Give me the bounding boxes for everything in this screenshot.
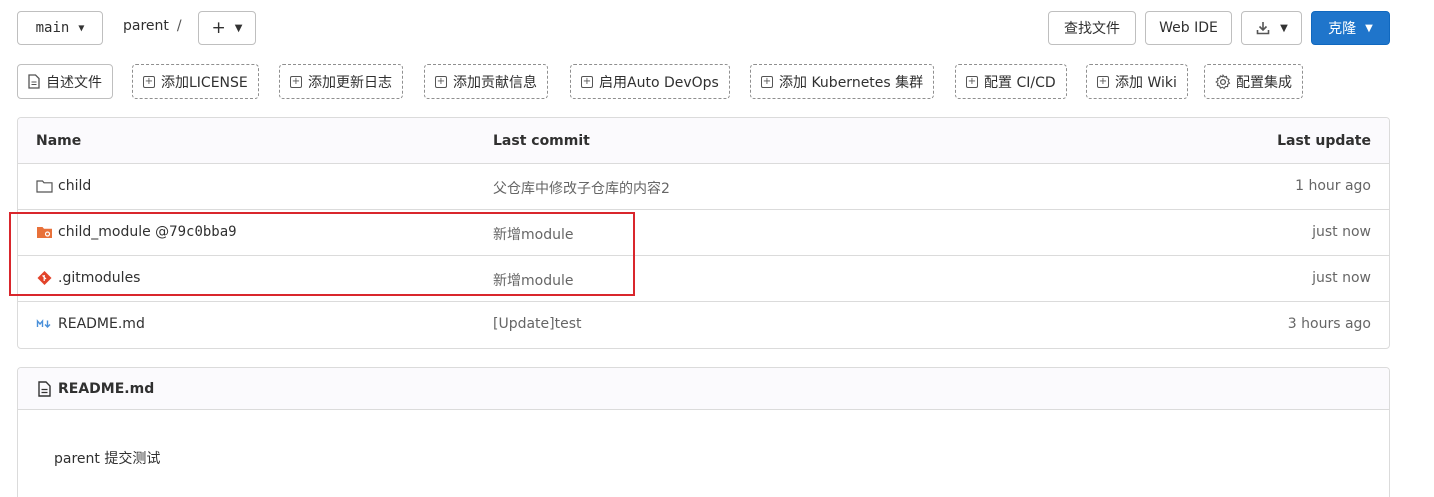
clone-label: 克隆 (1328, 21, 1357, 37)
table-row[interactable]: child 父仓库中修改子仓库的内容2 1 hour ago (18, 164, 1389, 210)
plus-square-icon: + (581, 75, 593, 88)
last-update-time: 1 hour ago (1295, 178, 1371, 194)
column-last-commit: Last commit (493, 133, 590, 149)
plus-icon: + (211, 18, 226, 38)
commit-message-link[interactable]: 父仓库中修改子仓库的内容2 (493, 178, 670, 198)
plus-square-icon: + (1097, 75, 1109, 88)
file-icon (38, 380, 51, 397)
add-wiki-button[interactable]: + 添加 Wiki (1086, 64, 1188, 99)
download-icon (1256, 22, 1270, 35)
column-name: Name (36, 133, 82, 149)
add-license-button[interactable]: + 添加LICENSE (132, 64, 259, 99)
table-row[interactable]: README.md [Update]test 3 hours ago (18, 302, 1389, 348)
column-last-update: Last update (1277, 133, 1371, 149)
download-dropdown-button[interactable]: ▼ (1241, 11, 1302, 45)
breadcrumb-project[interactable]: parent (123, 18, 169, 34)
readme-action-button[interactable]: 自述文件 (17, 64, 113, 99)
configure-cicd-button[interactable]: + 配置 CI/CD (955, 64, 1067, 99)
readme-title[interactable]: README.md (58, 381, 154, 397)
file-name-link[interactable]: README.md (58, 316, 145, 332)
table-header: Name Last commit Last update (18, 118, 1389, 164)
add-dropdown-button[interactable]: + ▼ (198, 11, 256, 45)
chevron-down-icon: ▼ (1365, 22, 1373, 34)
plus-square-icon: + (761, 75, 773, 88)
branch-selector[interactable]: main ▼ (17, 11, 103, 45)
file-icon (28, 74, 40, 89)
plus-square-icon: + (290, 75, 302, 88)
action-label: 添加LICENSE (161, 74, 248, 91)
action-label: 启用Auto DevOps (599, 74, 719, 91)
readme-card: README.md parent 提交测试 (17, 367, 1390, 497)
readme-header: README.md (18, 368, 1389, 410)
add-contributing-button[interactable]: + 添加贡献信息 (424, 64, 548, 99)
enable-auto-devops-button[interactable]: + 启用Auto DevOps (570, 64, 730, 99)
chevron-down-icon: ▼ (234, 22, 243, 34)
action-label: 添加 Kubernetes 集群 (779, 74, 924, 91)
gear-icon (1215, 73, 1231, 89)
file-name-link[interactable]: child (58, 178, 91, 194)
find-file-button[interactable]: 查找文件 (1048, 11, 1136, 45)
plus-square-icon: + (435, 75, 447, 88)
readme-content: parent 提交测试 (54, 451, 161, 467)
annotation-highlight-box (9, 212, 635, 296)
chevron-down-icon: ▼ (1280, 22, 1288, 34)
action-label: 添加更新日志 (308, 74, 392, 91)
folder-icon (36, 180, 53, 193)
breadcrumb: parent / (123, 18, 182, 34)
configure-integrations-button[interactable]: 配置集成 (1204, 64, 1303, 99)
action-label: 添加 Wiki (1115, 74, 1177, 91)
plus-square-icon: + (966, 75, 978, 88)
commit-message-link[interactable]: [Update]test (493, 316, 582, 332)
clone-button[interactable]: 克隆 ▼ (1311, 11, 1390, 45)
last-update-time: just now (1312, 224, 1371, 240)
web-ide-button[interactable]: Web IDE (1145, 11, 1232, 45)
last-update-time: just now (1312, 270, 1371, 286)
action-label: 自述文件 (46, 74, 102, 91)
chevron-down-icon: ▼ (78, 22, 85, 34)
action-label: 配置 CI/CD (984, 74, 1056, 91)
plus-square-icon: + (143, 75, 155, 88)
add-kubernetes-button[interactable]: + 添加 Kubernetes 集群 (750, 64, 935, 99)
add-changelog-button[interactable]: + 添加更新日志 (279, 64, 403, 99)
last-update-time: 3 hours ago (1287, 316, 1371, 332)
breadcrumb-separator: / (176, 18, 182, 34)
action-label: 添加贡献信息 (453, 74, 537, 91)
branch-name: main (35, 20, 70, 36)
markdown-icon (36, 319, 51, 328)
action-label: 配置集成 (1236, 74, 1292, 91)
